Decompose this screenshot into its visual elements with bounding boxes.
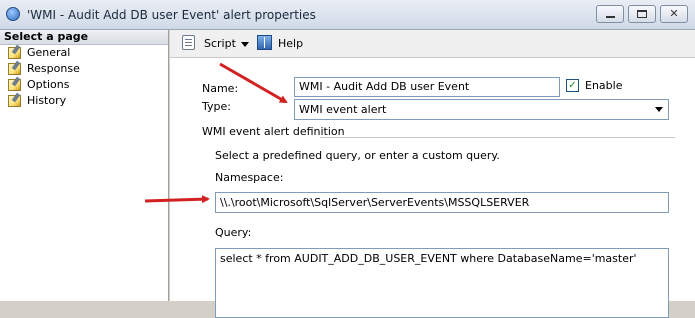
- arrow-to-type-icon: [219, 62, 288, 104]
- arrow-to-namespace-icon: [144, 195, 210, 204]
- annotation-arrows: [144, 62, 288, 204]
